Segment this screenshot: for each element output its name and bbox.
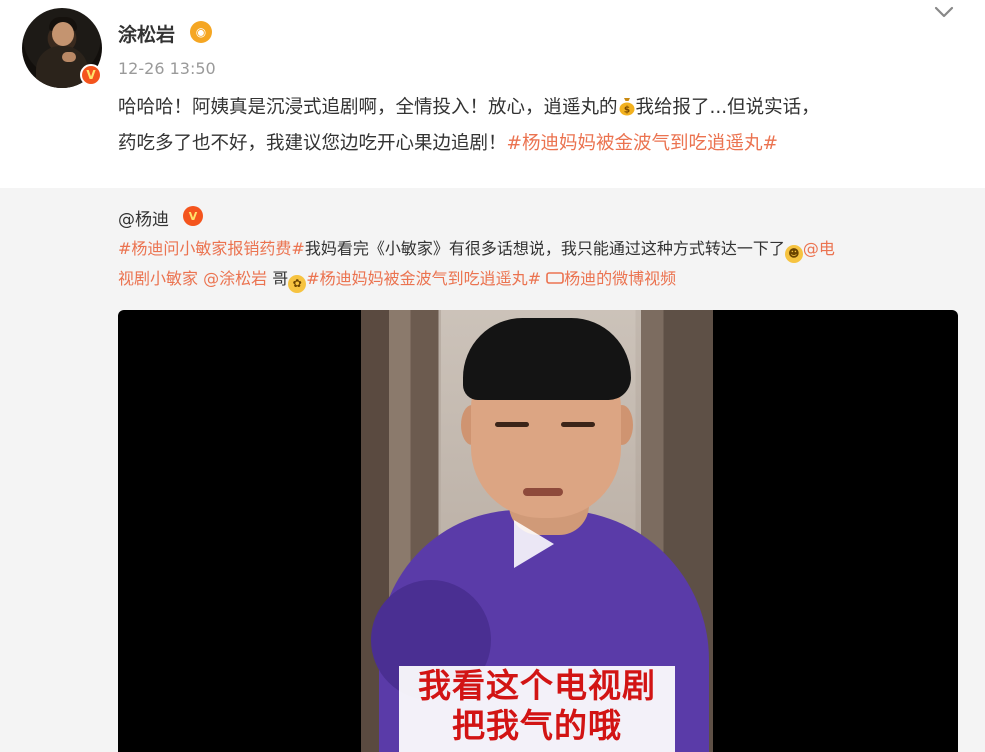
video-link[interactable]: 杨迪的微博视频 <box>546 269 676 288</box>
post-text: 哈哈哈！阿姨真是沉浸式追剧啊，全情投入！放心，逍遥丸的 <box>118 97 618 118</box>
play-icon[interactable] <box>514 520 554 568</box>
repost-text-line: 视剧小敏家 @涂松岩 哥 ✿ #杨迪妈妈被金波气到吃逍遥丸# 杨迪的微博视频 <box>118 264 968 294</box>
mention-link[interactable]: @电 <box>803 239 835 258</box>
avatar-hand <box>62 52 76 62</box>
repost-text-line: #杨迪问小敏家报销药费#我妈看完《小敏家》有很多话想说，我只能通过这种方式转达一… <box>118 234 968 264</box>
post-content-line: 哈哈哈！阿姨真是沉浸式追剧啊，全情投入！放心，逍遥丸的 $ 我给报了...但说实… <box>118 90 958 126</box>
weibo-post: V 涂松岩 ◉ 12-26 13:50 哈哈哈！阿姨真是沉浸式追剧啊，全情投入！… <box>0 0 985 752</box>
mention-link[interactable]: 视剧小敏家 <box>118 269 198 288</box>
caption-line: 我看这个电视剧 <box>418 666 656 705</box>
topic-link[interactable]: #杨迪问小敏家报销药费# <box>118 239 305 258</box>
repost-body: 哥 <box>272 269 289 288</box>
post-username[interactable]: 涂松岩 <box>118 20 175 47</box>
member-icon[interactable]: ◉ <box>190 21 212 43</box>
avatar-face <box>52 22 74 46</box>
money-bag-icon: $ <box>619 98 635 116</box>
verified-badge-icon: V <box>183 206 203 226</box>
topic-link[interactable]: #杨迪妈妈被金波气到吃逍遥丸# <box>507 133 779 154</box>
repost-username[interactable]: @杨迪 <box>118 205 169 230</box>
video-player[interactable]: 我看这个电视剧 把我气的哦 <box>118 310 958 752</box>
mention-link[interactable]: @涂松岩 <box>203 269 267 288</box>
avatar-body <box>36 46 88 88</box>
video-caption: 我看这个电视剧 把我气的哦 <box>399 666 675 752</box>
laugh-emoji-icon: ☻ <box>784 245 803 263</box>
video-frame: 我看这个电视剧 把我气的哦 <box>361 310 713 752</box>
repost-card[interactable]: @杨迪 V #杨迪问小敏家报销药费#我妈看完《小敏家》有很多话想说，我只能通过这… <box>0 188 985 752</box>
post-text: 药吃多了也不好，我建议您边吃开心果边追剧！ <box>118 133 507 154</box>
person-hair <box>463 318 631 400</box>
caption-line: 把我气的哦 <box>452 706 622 745</box>
chevron-down-icon[interactable] <box>932 4 956 22</box>
verified-badge-icon: V <box>80 64 102 86</box>
topic-link[interactable]: #杨迪妈妈被金波气到吃逍遥丸# <box>306 269 541 288</box>
svg-text:$: $ <box>623 106 629 116</box>
post-content: 哈哈哈！阿姨真是沉浸式追剧啊，全情投入！放心，逍遥丸的 $ 我给报了...但说实… <box>118 90 958 162</box>
post-text: 我给报了...但说实话， <box>635 97 820 118</box>
flower-emoji-icon: ✿ <box>288 275 307 293</box>
person-mouth <box>523 488 563 496</box>
video-link-label: 杨迪的微博视频 <box>564 269 677 288</box>
person-eye <box>495 422 529 427</box>
person-eye <box>561 422 595 427</box>
post-content-line: 药吃多了也不好，我建议您边吃开心果边追剧！#杨迪妈妈被金波气到吃逍遥丸# <box>118 126 958 162</box>
video-link-icon <box>546 272 564 284</box>
repost-body: 我妈看完《小敏家》有很多话想说，我只能通过这种方式转达一下了 <box>304 239 785 258</box>
repost-text: #杨迪问小敏家报销药费#我妈看完《小敏家》有很多话想说，我只能通过这种方式转达一… <box>118 234 968 294</box>
post-timestamp[interactable]: 12-26 13:50 <box>118 59 216 78</box>
